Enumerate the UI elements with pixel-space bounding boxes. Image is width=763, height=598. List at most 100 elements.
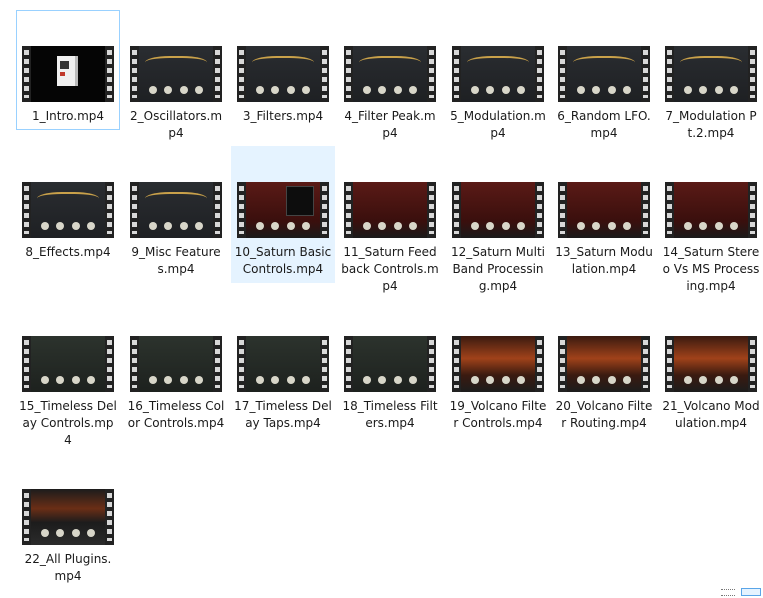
envelope-curve <box>37 192 99 208</box>
file-name-label: 13_Saturn Modulation.mp4 <box>555 245 653 276</box>
video-thumbnail <box>130 182 222 238</box>
knob-row <box>363 376 417 384</box>
file-item[interactable]: 2_Oscillators.mp4 <box>124 10 228 147</box>
video-thumbnail <box>22 182 114 238</box>
file-item[interactable]: 6_Random LFO.mp4 <box>552 10 656 147</box>
file-item[interactable]: 15_Timeless Delay Controls.mp4 <box>16 300 120 454</box>
file-item[interactable]: 17_Timeless Delay Taps.mp4 <box>231 300 335 437</box>
file-name-label: 2_Oscillators.mp4 <box>129 109 223 140</box>
file-name-label: 8_Effects.mp4 <box>25 245 111 259</box>
video-thumbnail <box>344 46 436 102</box>
thumbnail-frame <box>353 182 427 238</box>
thumbnail-frame <box>31 46 105 102</box>
knob-row <box>41 222 95 230</box>
file-item[interactable]: 21_Volcano Modulation.mp4 <box>659 300 763 437</box>
knob-row <box>577 86 631 94</box>
file-item[interactable]: 20_Volcano Filter Routing.mp4 <box>552 300 656 437</box>
video-thumbnail <box>665 182 757 238</box>
file-item[interactable]: 7_Modulation Pt.2.mp4 <box>659 10 763 147</box>
file-item[interactable]: 18_Timeless Filters.mp4 <box>338 300 442 437</box>
knob-row <box>149 222 203 230</box>
envelope-curve <box>252 56 314 72</box>
file-name-label: 22_All Plugins.mp4 <box>24 552 112 583</box>
file-name-label: 16_Timeless Color Controls.mp4 <box>127 399 225 430</box>
file-item[interactable]: 1_Intro.mp4 <box>16 10 120 130</box>
knob-row <box>471 376 525 384</box>
knob-row <box>256 222 310 230</box>
knob-row <box>256 376 310 384</box>
video-thumbnail <box>558 46 650 102</box>
knob-row <box>471 222 525 230</box>
thumbnail-frame <box>31 489 105 545</box>
envelope-curve <box>467 56 529 72</box>
thumbnail-frame <box>246 182 320 238</box>
thumbnail-frame <box>461 182 535 238</box>
knob-row <box>684 376 738 384</box>
file-name-label: 17_Timeless Delay Taps.mp4 <box>234 399 332 430</box>
file-name-label: 4_Filter Peak.mp4 <box>344 109 436 140</box>
thumbnail-frame <box>567 182 641 238</box>
knob-row <box>256 86 310 94</box>
video-thumbnail <box>452 336 544 392</box>
knob-row <box>363 86 417 94</box>
file-item[interactable]: 5_Modulation.mp4 <box>446 10 550 147</box>
file-item[interactable]: 3_Filters.mp4 <box>231 10 335 130</box>
file-name-label: 21_Volcano Modulation.mp4 <box>662 399 760 430</box>
video-thumbnail <box>237 182 329 238</box>
file-item[interactable]: 16_Timeless Color Controls.mp4 <box>124 300 228 437</box>
file-item[interactable]: 12_Saturn MultiBand Processing.mp4 <box>446 146 550 300</box>
video-thumbnail <box>22 46 114 102</box>
file-item[interactable]: 11_Saturn Feedback Controls.mp4 <box>338 146 442 300</box>
thumbnail-frame <box>674 182 748 238</box>
dropdown-overlay <box>286 186 314 216</box>
video-thumbnail <box>237 46 329 102</box>
file-name-label: 3_Filters.mp4 <box>242 109 324 123</box>
knob-row <box>684 222 738 230</box>
thumbnail-frame <box>353 336 427 392</box>
video-thumbnail <box>130 46 222 102</box>
knob-row <box>41 376 95 384</box>
video-thumbnail <box>344 182 436 238</box>
file-name-label: 11_Saturn Feedback Controls.mp4 <box>341 245 439 293</box>
knob-row <box>41 529 95 537</box>
thumbnail-frame <box>246 336 320 392</box>
thumbnail-frame <box>461 336 535 392</box>
thumbnail-frame <box>353 46 427 102</box>
video-thumbnail <box>452 46 544 102</box>
video-thumbnail <box>665 46 757 102</box>
envelope-curve <box>145 192 207 208</box>
file-item[interactable]: 10_Saturn Basic Controls.mp4 <box>231 146 335 283</box>
video-thumbnail <box>558 182 650 238</box>
large-icons-view-button[interactable] <box>741 588 761 596</box>
knob-row <box>149 86 203 94</box>
view-switcher <box>721 588 761 596</box>
file-name-label: 6_Random LFO.mp4 <box>557 109 651 140</box>
knob-row <box>577 222 631 230</box>
details-view-button[interactable] <box>721 589 735 596</box>
knob-row <box>149 376 203 384</box>
file-item[interactable]: 14_Saturn Stereo Vs MS Processing.mp4 <box>659 146 763 300</box>
thumbnail-frame <box>31 182 105 238</box>
file-item[interactable]: 8_Effects.mp4 <box>16 146 120 266</box>
file-item[interactable]: 22_All Plugins.mp4 <box>16 453 120 590</box>
file-name-label: 1_Intro.mp4 <box>31 109 105 123</box>
file-item[interactable]: 19_Volcano Filter Controls.mp4 <box>446 300 550 437</box>
knob-row <box>471 86 525 94</box>
envelope-curve <box>359 56 421 72</box>
file-grid: 1_Intro.mp4 2_Oscillators.mp4 3_Filters.mp… <box>0 0 763 598</box>
video-thumbnail <box>452 182 544 238</box>
file-item[interactable]: 13_Saturn Modulation.mp4 <box>552 146 656 283</box>
file-name-label: 7_Modulation Pt.2.mp4 <box>665 109 757 140</box>
video-thumbnail <box>22 336 114 392</box>
thumbnail-frame <box>461 46 535 102</box>
product-box-image <box>57 56 78 86</box>
file-name-label: 20_Volcano Filter Routing.mp4 <box>555 399 653 430</box>
thumbnail-frame <box>139 46 213 102</box>
thumbnail-frame <box>31 336 105 392</box>
video-thumbnail <box>665 336 757 392</box>
file-name-label: 19_Volcano Filter Controls.mp4 <box>449 399 547 430</box>
knob-row <box>577 376 631 384</box>
file-item[interactable]: 9_Misc Features.mp4 <box>124 146 228 283</box>
video-thumbnail <box>558 336 650 392</box>
file-item[interactable]: 4_Filter Peak.mp4 <box>338 10 442 147</box>
